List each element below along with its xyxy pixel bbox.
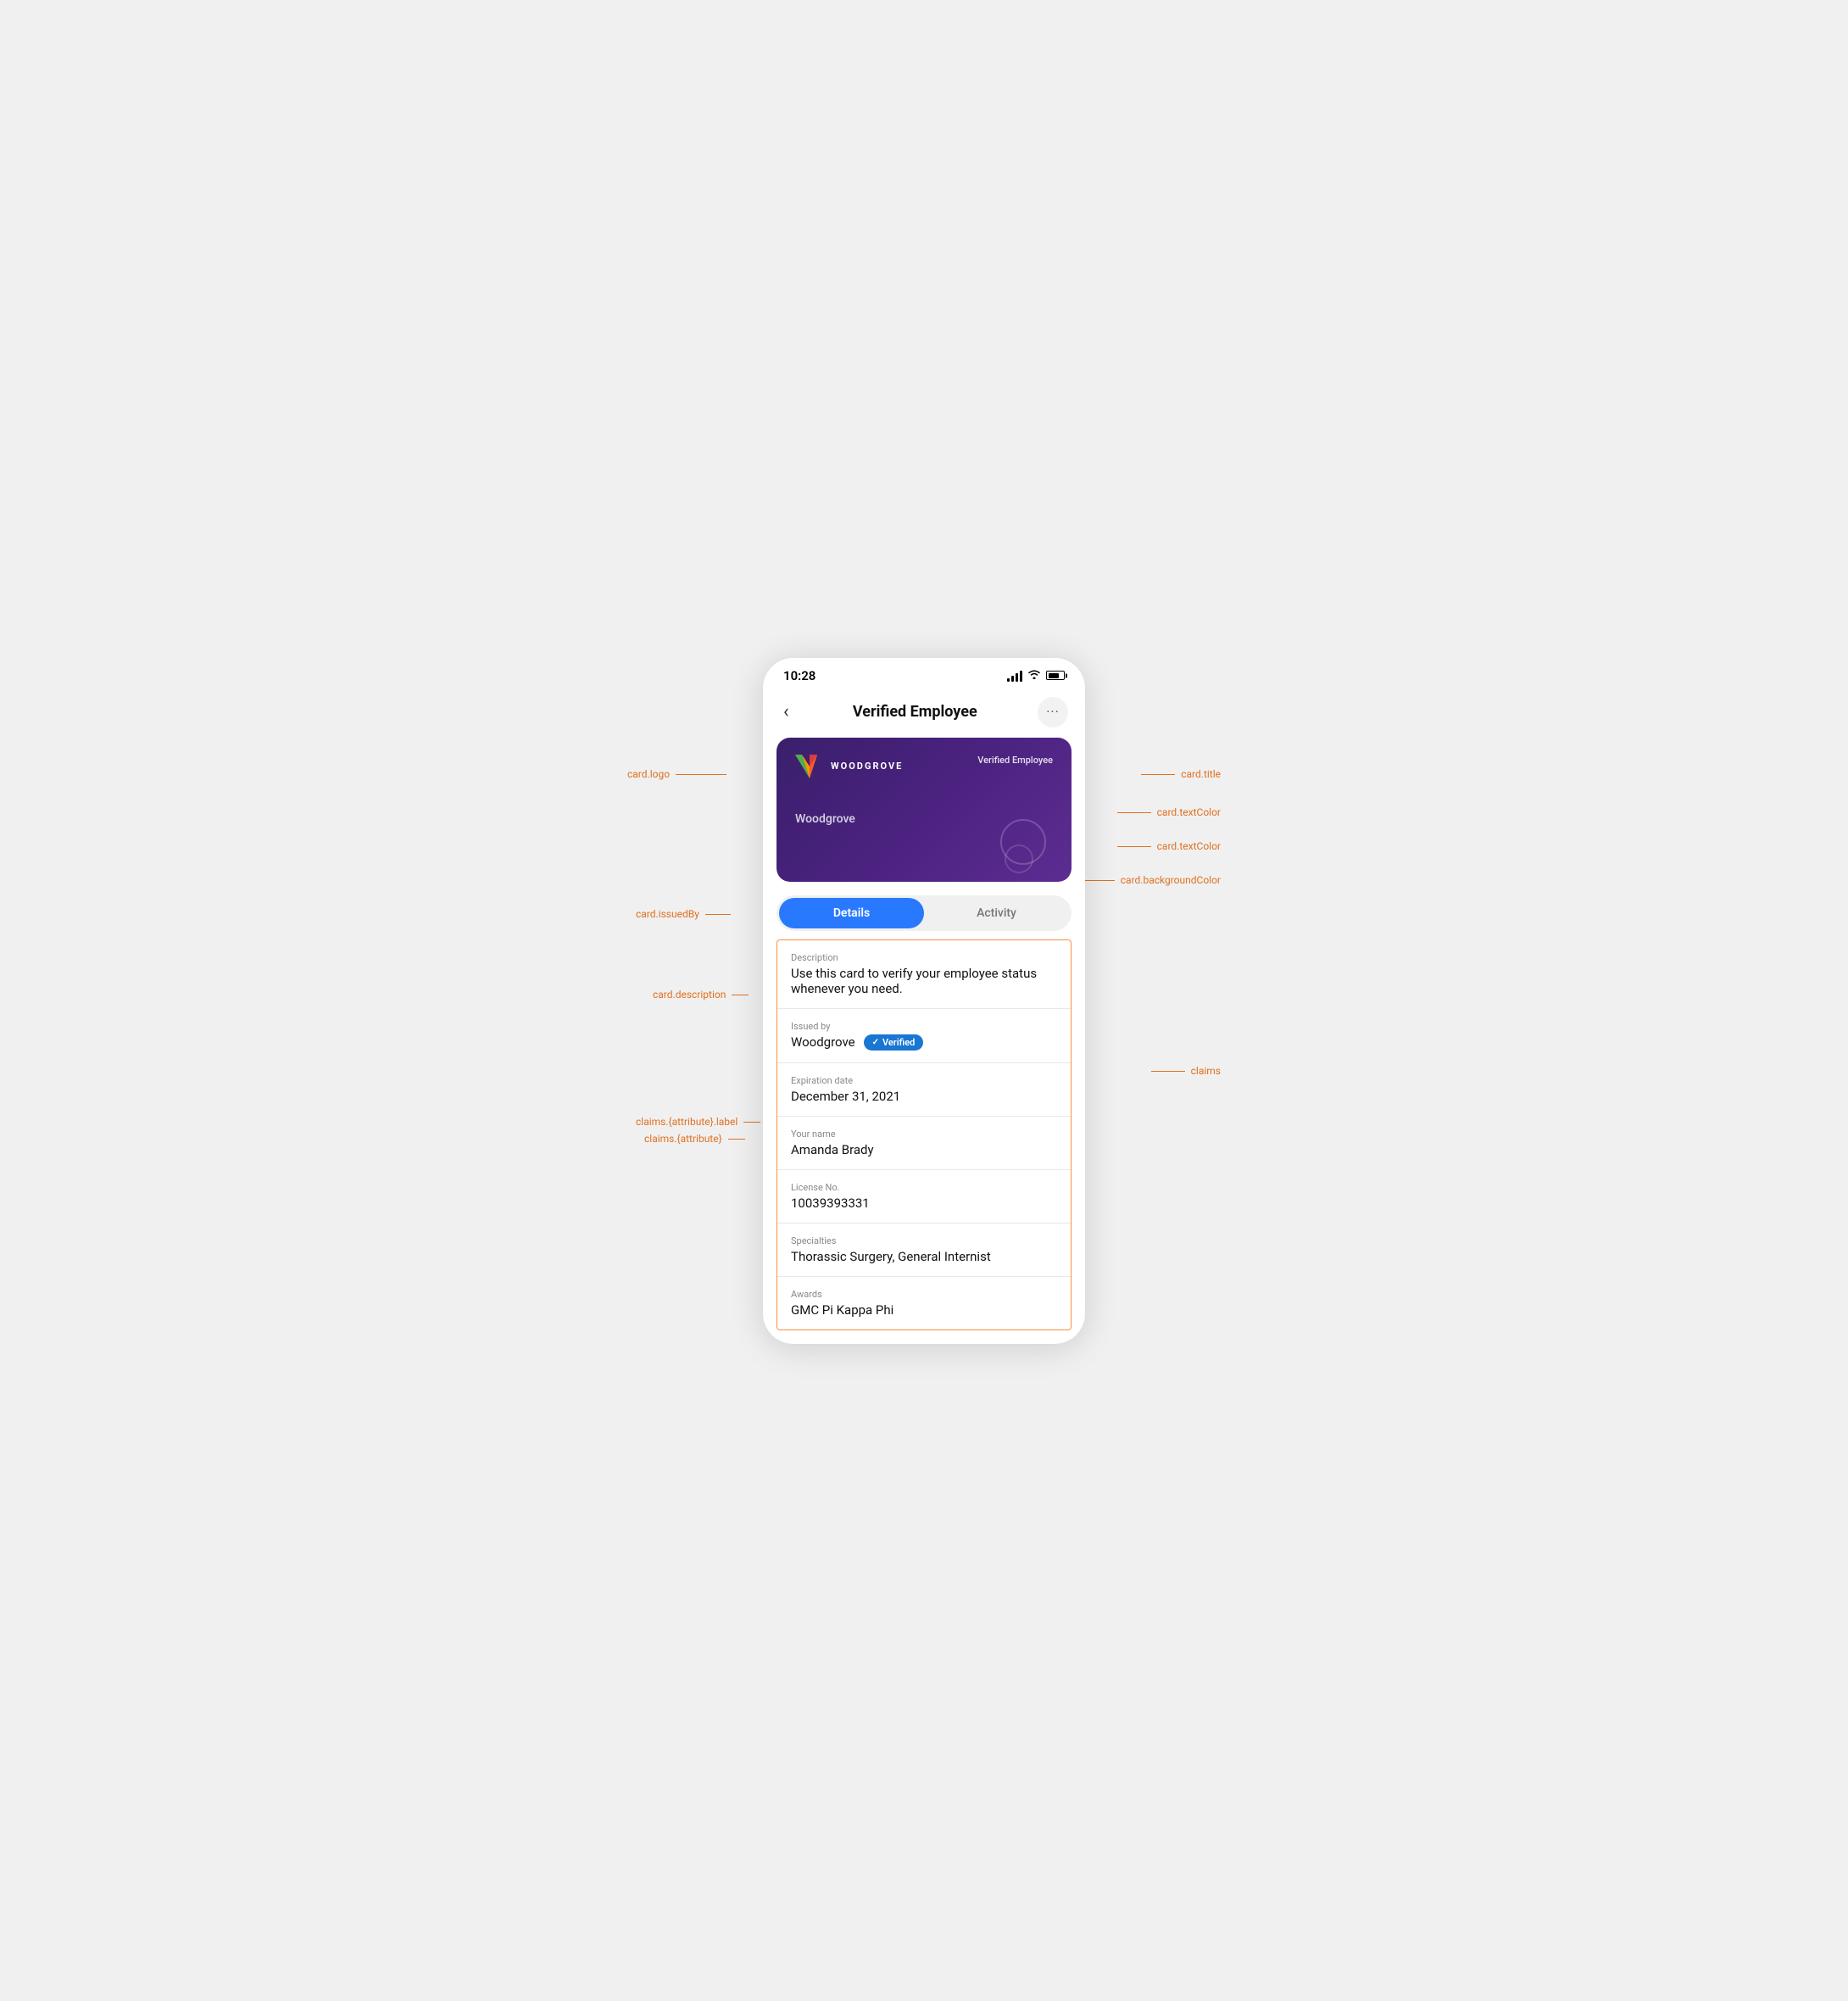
license-value: 10039393331 [791,1196,1057,1211]
ann-card-issuer: card.issuedBy [636,908,731,920]
description-value: Use this card to verify your employee st… [791,966,1057,996]
ann-card-textcolor: card.textColor [1117,806,1221,818]
verified-check-icon: ✓ [872,1038,879,1047]
ann-claims: claims [1151,1065,1221,1077]
expiration-value: December 31, 2021 [791,1089,1057,1104]
description-section: Description Use this card to verify your… [777,940,1071,1009]
description-label: Description [791,952,1057,963]
signal-bar-1 [1007,678,1010,682]
license-label: License No. [791,1182,1057,1193]
more-button[interactable]: ··· [1038,697,1068,727]
status-time: 10:28 [783,668,815,683]
tab-details[interactable]: Details [779,898,924,928]
name-value: Amanda Brady [791,1142,1057,1157]
status-bar: 10:28 [763,658,1085,690]
verified-chip-label: Verified [882,1037,915,1048]
wifi-icon [1027,669,1041,683]
awards-section: Awards GMC Pi Kappa Phi [777,1277,1071,1329]
phone-frame: 10:28 [763,658,1085,1344]
awards-value: GMC Pi Kappa Phi [791,1302,1057,1318]
card-top: WOODGROVE Verified Employee [795,755,1053,778]
signal-icon [1007,670,1022,682]
specialties-value: Thorassic Surgery, General Internist [791,1249,1057,1264]
back-button[interactable]: ‹ [780,698,793,726]
license-section: License No. 10039393331 [777,1170,1071,1223]
outer-wrapper: card.logo card.issuedBy card.description… [627,658,1221,1344]
card-title-badge: Verified Employee [977,755,1053,766]
issued-by-value: Woodgrove [791,1034,855,1050]
signal-bar-2 [1011,676,1014,682]
ann-claims-label: claims.{attribute}.label [636,1116,760,1128]
specialties-label: Specialties [791,1235,1057,1246]
id-card: WOODGROVE Verified Employee Woodgrove [776,738,1072,882]
signal-bar-3 [1016,673,1018,682]
ann-card-bgcolor: card.backgroundColor [1081,874,1221,886]
ann-card-title: card.title [1141,768,1221,780]
page-title: Verified Employee [853,703,977,721]
battery-icon [1046,671,1065,680]
specialties-section: Specialties Thorassic Surgery, General I… [777,1223,1071,1277]
card-bottom: Woodgrove [795,812,1053,826]
issued-by-label: Issued by [791,1021,1057,1032]
card-issuer: Woodgrove [795,812,855,826]
tab-activity[interactable]: Activity [924,898,1069,928]
woodgrove-logo-icon [795,755,824,778]
card-logo: WOODGROVE [795,755,903,778]
expiration-section: Expiration date December 31, 2021 [777,1063,1071,1117]
issued-by-row: Woodgrove ✓ Verified [791,1034,1057,1051]
awards-label: Awards [791,1289,1057,1300]
issued-by-section: Issued by Woodgrove ✓ Verified [777,1009,1071,1063]
ann-card-logo: card.logo [627,768,726,780]
ann-card-description: card.description [653,989,749,1000]
ann-claims-attribute: claims.{attribute} [644,1133,745,1145]
expiration-label: Expiration date [791,1075,1057,1086]
card-logo-text: WOODGROVE [831,761,903,772]
name-label: Your name [791,1129,1057,1140]
verified-chip: ✓ Verified [864,1034,924,1051]
details-content: Description Use this card to verify your… [776,939,1072,1330]
battery-fill [1049,673,1060,678]
signal-bar-4 [1020,671,1022,682]
tabs-container: Details Activity [776,895,1072,931]
name-section: Your name Amanda Brady [777,1117,1071,1170]
nav-header: ‹ Verified Employee ··· [763,690,1085,738]
status-icons [1007,669,1065,683]
ann-card-textcolor2: card.textColor [1117,840,1221,852]
